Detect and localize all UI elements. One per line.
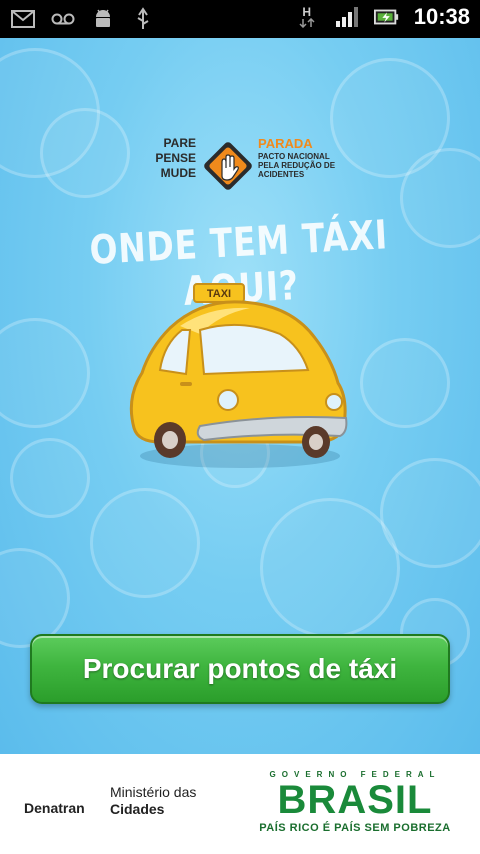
mude-text: MUDE xyxy=(160,166,196,180)
gmail-icon xyxy=(10,6,36,32)
ministerio-line2: Cidades xyxy=(110,801,165,817)
status-bar: H 10:38 xyxy=(0,0,480,38)
pare-text: PARE xyxy=(163,136,196,150)
parada-subtitle: PACTO NACIONAL PELA REDUÇÃO DE ACIDENTES xyxy=(258,152,336,179)
background-bubble xyxy=(260,498,400,638)
battery-charging-icon xyxy=(373,4,400,30)
network-type-label: H xyxy=(302,5,312,19)
brasil-text: BRASIL xyxy=(277,778,433,822)
signal-icon xyxy=(334,4,360,30)
voicemail-icon xyxy=(50,6,76,32)
find-taxi-stands-label: Procurar pontos de táxi xyxy=(82,653,398,684)
main-screen: PARE PENSE MUDE PARADA PACTO NACIONAL PE… xyxy=(0,38,480,754)
footer-sponsors: Denatran Ministério das Cidades GOVERNO … xyxy=(0,754,480,854)
stop-hand-icon xyxy=(204,142,252,190)
denatran-logo: Denatran xyxy=(24,800,85,816)
background-bubble xyxy=(40,108,130,198)
pare-pense-mude-text: PARE PENSE MUDE xyxy=(152,136,196,181)
governo-federal-logo: GOVERNO FEDERAL BRASIL PAÍS RICO É PAÍS … xyxy=(250,770,460,836)
background-bubble xyxy=(360,338,450,428)
ministerio-line1: Ministério das xyxy=(110,784,197,800)
usb-icon xyxy=(130,6,156,32)
ministerio-cidades-logo: Ministério das Cidades xyxy=(110,784,196,818)
taxi-sign-text: TAXI xyxy=(207,288,231,300)
parada-logo: PARE PENSE MUDE PARADA PACTO NACIONAL PE… xyxy=(152,134,342,198)
background-bubble xyxy=(10,438,90,518)
background-bubble xyxy=(0,548,70,648)
clock: 10:38 xyxy=(413,4,470,29)
brasil-wordmark: BRASIL xyxy=(250,780,460,820)
slogan-text: PAÍS RICO É PAÍS SEM POBREZA xyxy=(259,822,451,834)
hspa-icon: H xyxy=(294,4,320,30)
taxi-illustration: TAXI xyxy=(129,283,348,468)
find-taxi-stands-button[interactable]: Procurar pontos de táxi xyxy=(30,634,450,704)
background-bubble xyxy=(90,488,200,598)
parada-title: PARADA xyxy=(258,136,313,151)
background-bubble xyxy=(380,458,480,568)
android-debug-icon xyxy=(90,6,116,32)
pense-text: PENSE xyxy=(155,151,196,165)
background-bubble xyxy=(0,318,90,428)
